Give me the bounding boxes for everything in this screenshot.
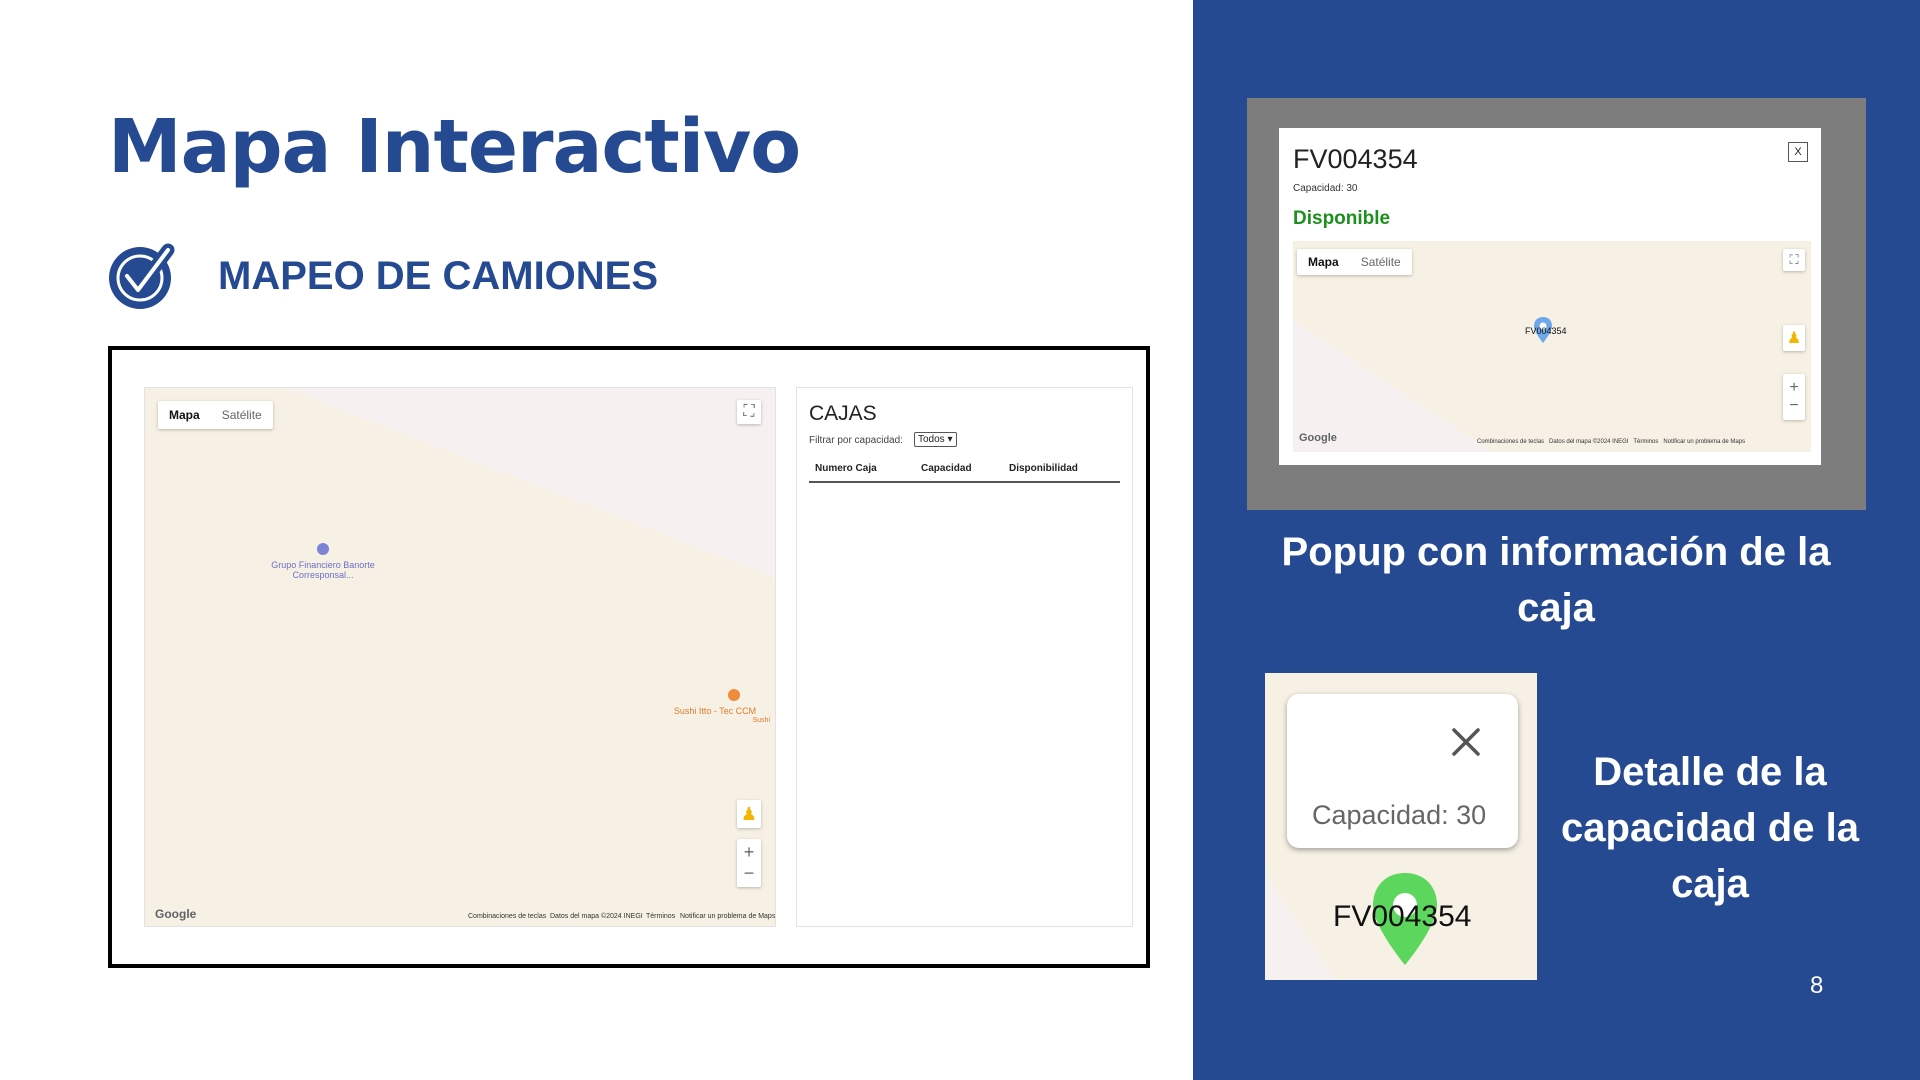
popup-caja-id: FV004354 <box>1293 144 1418 174</box>
slide-title: Mapa Interactivo <box>108 104 801 190</box>
popup-tab-satelite[interactable]: Satélite <box>1350 249 1412 275</box>
column-header-disponibilidad[interactable]: Disponibilidad <box>1009 463 1078 474</box>
popup-screenshot: FV004354 Capacidad: 30 Disponible X Mapa… <box>1247 98 1866 510</box>
attribution-report[interactable]: Notificar un problema de Maps <box>680 913 775 920</box>
popup-caption: Popup con información de la caja <box>1281 530 1831 630</box>
chevron-down-icon: ▾ <box>947 434 953 445</box>
detail-marker-label: FV004354 <box>1333 900 1472 933</box>
restaurant-icon[interactable] <box>728 689 740 701</box>
attribution-terms[interactable]: Términos <box>646 913 675 920</box>
capacity-detail-screenshot: Capacidad: 30 FV004354 <box>1265 673 1537 980</box>
table-header-divider <box>809 481 1120 483</box>
popup-attribution[interactable]: Combinaciones de teclas Datos del mapa ©… <box>1477 439 1745 445</box>
checkmark-circle-icon <box>109 243 175 309</box>
map-type-toggle: Mapa Satélite <box>158 401 273 429</box>
detail-capacity: Capacidad: 30 <box>1312 800 1487 830</box>
app-screenshot: Mapa Satélite ⛶ Grupo Financiero Banorte… <box>108 346 1150 968</box>
popup-zoom-out-icon[interactable]: − <box>1789 397 1798 415</box>
column-header-numero[interactable]: Numero Caja <box>815 463 877 474</box>
tab-satelite[interactable]: Satélite <box>211 401 273 429</box>
close-icon[interactable] <box>1450 726 1482 758</box>
cajas-title: CAJAS <box>809 402 877 425</box>
fullscreen-icon[interactable]: ⛶ <box>737 400 761 424</box>
popup-status: Disponible <box>1293 208 1391 229</box>
popup-zoom-in-icon[interactable]: + <box>1789 379 1798 397</box>
zoom-in-icon[interactable]: + <box>744 842 755 863</box>
cajas-panel: CAJAS Filtrar por capacidad: Todos ▾ Num… <box>796 387 1133 927</box>
zoom-out-icon[interactable]: − <box>744 863 755 884</box>
attribution-shortcuts[interactable]: Combinaciones de teclas <box>468 913 546 920</box>
poi-sushi[interactable]: Sushi Itto - Tec CCM Sushi <box>660 706 770 726</box>
pegman-icon[interactable]: ♟ <box>737 800 761 828</box>
bank-icon[interactable] <box>317 543 329 555</box>
popup-zoom-controls: + − <box>1783 374 1805 420</box>
capacity-bubble: Capacidad: 30 <box>1287 694 1518 848</box>
popup-capacity: Capacidad: 30 <box>1293 183 1358 194</box>
map-roads <box>285 388 775 578</box>
page-number: 8 <box>1810 972 1824 999</box>
popup-marker-label: FV004354 <box>1525 326 1567 336</box>
map-view[interactable]: Mapa Satélite ⛶ Grupo Financiero Banorte… <box>144 387 776 927</box>
capacity-filter-select[interactable]: Todos ▾ <box>914 432 957 447</box>
popup-map[interactable]: Mapa Satélite ⛶ FV004354 ♟ + − Google Co… <box>1293 241 1811 452</box>
popup-pegman-icon[interactable]: ♟ <box>1783 325 1805 351</box>
filter-label: Filtrar por capacidad: <box>809 435 903 446</box>
popup-fullscreen-icon[interactable]: ⛶ <box>1783 249 1805 271</box>
popup-google-logo: Google <box>1299 432 1337 444</box>
attribution-map-data[interactable]: Datos del mapa ©2024 INEGI <box>550 913 643 920</box>
info-popup: FV004354 Capacidad: 30 Disponible X Mapa… <box>1279 128 1821 465</box>
detail-caption: Detalle de la capacidad de la caja <box>1561 750 1859 906</box>
popup-tab-mapa[interactable]: Mapa <box>1297 249 1350 275</box>
poi-banorte[interactable]: Grupo Financiero Banorte Corresponsal... <box>243 560 403 580</box>
google-logo: Google <box>155 907 197 921</box>
popup-close-button[interactable]: X <box>1788 142 1808 162</box>
popup-map-type-toggle: Mapa Satélite <box>1297 249 1412 275</box>
column-header-capacidad[interactable]: Capacidad <box>921 463 972 474</box>
section-subtitle: MAPEO DE CAMIONES <box>218 254 659 298</box>
tab-mapa[interactable]: Mapa <box>158 401 211 429</box>
zoom-controls: + − <box>737 839 761 887</box>
